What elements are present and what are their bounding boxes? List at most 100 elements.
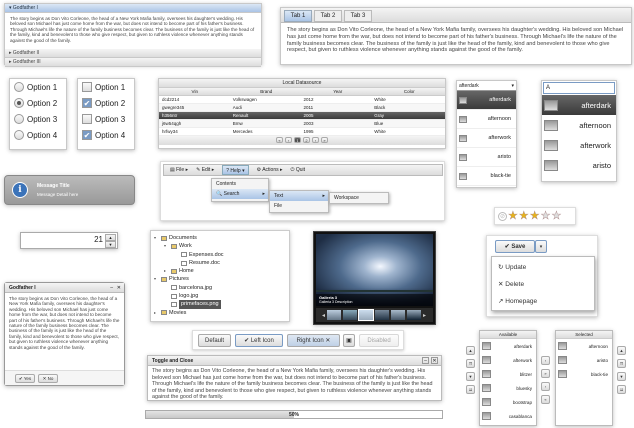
default-button[interactable]: Default bbox=[198, 334, 231, 347]
menu-item-search[interactable]: 🔍 Search ▸ bbox=[212, 189, 268, 199]
autocomplete-option[interactable]: afternoon bbox=[542, 115, 616, 135]
table-row[interactable]: j6w54qgh Bmw 2003 Blue bbox=[159, 120, 445, 128]
save-icon-button[interactable]: ▣ bbox=[343, 334, 355, 347]
checkbox[interactable] bbox=[82, 114, 92, 124]
thumbnail[interactable] bbox=[327, 310, 342, 320]
autocomplete-option[interactable]: afterdark bbox=[542, 95, 616, 115]
expand-arrow-icon[interactable]: ▸ bbox=[164, 267, 169, 275]
star-icon[interactable]: ★ bbox=[530, 210, 540, 222]
dialog-titlebar[interactable]: Godfather I – ✕ bbox=[5, 283, 124, 293]
menu-item-text[interactable]: Text ▸ bbox=[270, 191, 328, 201]
picklist-item[interactable]: afterwork bbox=[480, 353, 536, 367]
star-icon[interactable]: ★ bbox=[519, 210, 529, 222]
expand-arrow-icon[interactable]: ▸ bbox=[154, 309, 159, 317]
menu-edit[interactable]: ✎ Edit ▸ bbox=[196, 165, 214, 175]
no-button[interactable]: ✕ No bbox=[38, 374, 58, 383]
menu-actions[interactable]: ⚙ Actions ▸ bbox=[257, 165, 283, 175]
dropdown-option[interactable]: afterwork bbox=[457, 129, 516, 148]
yes-button[interactable]: ✔ Yes bbox=[15, 374, 35, 383]
menu-help[interactable]: ? Help ▾ bbox=[222, 165, 249, 175]
thumbnail[interactable] bbox=[375, 310, 390, 320]
menu-item-homepage[interactable]: ↗ Homepage bbox=[492, 293, 594, 310]
menu-item-update[interactable]: ↻ Update bbox=[492, 259, 594, 276]
picklist-item[interactable]: afternoon bbox=[556, 339, 612, 353]
spinner-down-button[interactable]: ▼ bbox=[105, 241, 116, 248]
dropdown-option[interactable]: aristo bbox=[457, 148, 516, 167]
dropdown-option[interactable]: black-tie bbox=[457, 167, 516, 186]
column-header[interactable]: Vin bbox=[159, 88, 231, 95]
thumbnail[interactable] bbox=[358, 309, 375, 321]
radio-button[interactable] bbox=[14, 130, 24, 140]
tree-node[interactable]: ▾ Documents bbox=[154, 234, 286, 242]
move-top-button[interactable]: ⇈ bbox=[617, 359, 626, 368]
thumbnail[interactable] bbox=[391, 310, 406, 320]
checkbox-option[interactable]: ✔ Option 4 bbox=[78, 127, 134, 143]
checkbox[interactable]: ✔ bbox=[82, 130, 92, 140]
tree-node[interactable]: ▾ Work bbox=[154, 242, 286, 250]
radio-option[interactable]: Option 2 bbox=[10, 95, 66, 111]
star-icon[interactable]: ★ bbox=[540, 210, 550, 222]
checkbox[interactable] bbox=[82, 82, 92, 92]
table-row[interactable]: dcd2214 Volkswagen 2012 White bbox=[159, 96, 445, 104]
remove-all-button[interactable]: « bbox=[541, 395, 550, 404]
tab-2[interactable]: Tab 2 bbox=[314, 10, 342, 22]
tree-node[interactable]: ▸ Home bbox=[154, 267, 286, 275]
remove-button[interactable]: ‹ bbox=[541, 382, 550, 391]
checkbox-option[interactable]: ✔ Option 2 bbox=[78, 95, 134, 111]
radio-button[interactable] bbox=[14, 98, 24, 108]
page-2-button[interactable]: 2 bbox=[303, 137, 310, 143]
next-arrow-icon[interactable]: ▸ bbox=[423, 312, 426, 319]
menu-item-contents[interactable]: Contents bbox=[212, 179, 268, 189]
menu-item-delete[interactable]: ✕ Delete bbox=[492, 276, 594, 293]
picklist-item[interactable]: blitzer bbox=[480, 367, 536, 381]
checkbox[interactable]: ✔ bbox=[82, 98, 92, 108]
table-row[interactable]: gwegre345 Audi 2011 Black bbox=[159, 104, 445, 112]
collapse-icon[interactable]: – bbox=[422, 357, 429, 364]
radio-option[interactable]: Option 1 bbox=[10, 79, 66, 95]
cancel-rating-icon[interactable]: ⊘ bbox=[498, 211, 507, 221]
next-page-button[interactable]: › bbox=[312, 137, 319, 143]
radio-button[interactable] bbox=[14, 114, 24, 124]
add-button[interactable]: › bbox=[541, 356, 550, 365]
thumbnail[interactable] bbox=[343, 310, 358, 320]
split-menu-toggle[interactable]: ▾ bbox=[535, 240, 547, 253]
autocomplete-option[interactable]: afterwork bbox=[542, 135, 616, 155]
star-icon[interactable]: ★ bbox=[508, 210, 518, 222]
spinner-input[interactable]: 21 bbox=[94, 235, 103, 244]
move-bottom-button[interactable]: ⇊ bbox=[617, 385, 626, 394]
picklist-item[interactable]: aristo bbox=[556, 353, 612, 367]
move-down-button[interactable]: ▼ bbox=[466, 372, 475, 381]
tree-node[interactable]: Resume.doc bbox=[154, 259, 286, 267]
page-1-button[interactable]: 1 bbox=[294, 137, 301, 143]
column-header[interactable]: Brand bbox=[231, 88, 303, 95]
tree-node[interactable]: primefaces.png bbox=[154, 300, 286, 309]
column-header[interactable]: Color bbox=[374, 88, 446, 95]
accordion-tab-2[interactable]: ▸ Godfather II bbox=[5, 49, 261, 58]
minimize-icon[interactable]: – bbox=[110, 283, 113, 293]
column-header[interactable]: Year bbox=[302, 88, 374, 95]
tab-3[interactable]: Tab 3 bbox=[344, 10, 372, 22]
checkbox-option[interactable]: Option 3 bbox=[78, 111, 134, 127]
move-down-button[interactable]: ▼ bbox=[617, 372, 626, 381]
tree-node[interactable]: logo.jpg bbox=[154, 292, 286, 300]
menu-item-workspace[interactable]: Workspace bbox=[330, 193, 388, 203]
picklist-item[interactable]: bluesky bbox=[480, 381, 536, 395]
checkbox-option[interactable]: Option 1 bbox=[78, 79, 134, 95]
collapse-arrow-icon[interactable]: ▾ bbox=[154, 234, 159, 242]
prev-page-button[interactable]: ‹ bbox=[285, 137, 292, 143]
tree-node[interactable]: Expenses.doc bbox=[154, 251, 286, 259]
picklist-item[interactable]: casablanca bbox=[480, 409, 536, 423]
accordion-tab-1[interactable]: ▾ Godfather I bbox=[5, 4, 261, 13]
move-up-button[interactable]: ▲ bbox=[617, 346, 626, 355]
radio-button[interactable] bbox=[14, 82, 24, 92]
autocomplete-option[interactable]: aristo bbox=[542, 155, 616, 175]
thumbnail[interactable] bbox=[407, 310, 422, 320]
save-button[interactable]: ✔ Save bbox=[495, 240, 535, 253]
tree-node[interactable]: barcelona.jpg bbox=[154, 284, 286, 292]
table-row[interactable]: hrfwy34 Mercedes 1995 White bbox=[159, 128, 445, 136]
autocomplete-input[interactable]: A bbox=[543, 82, 615, 94]
collapse-arrow-icon[interactable]: ▾ bbox=[164, 242, 169, 250]
close-icon[interactable]: ✕ bbox=[431, 357, 438, 364]
tree-node[interactable]: ▸ Movies bbox=[154, 309, 286, 317]
menu-quit[interactable]: ⏻ Quit bbox=[291, 165, 306, 175]
